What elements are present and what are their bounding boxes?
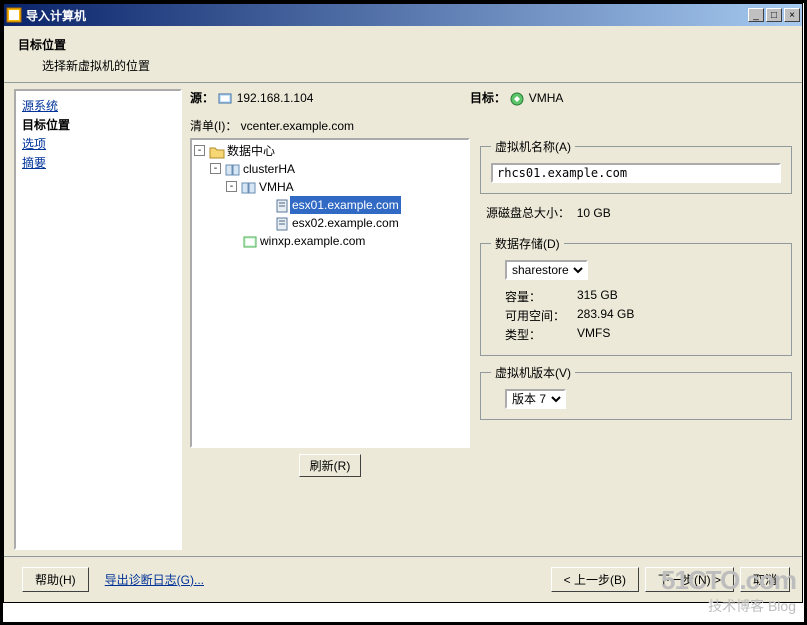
source-value: 192.168.1.104 [237, 91, 314, 105]
refresh-button[interactable]: 刷新(R) [299, 454, 362, 477]
capacity-value: 315 GB [577, 288, 618, 305]
datastore-group: 数据存储(D) sharestore 容量：315 GB 可用空间：283.94… [480, 235, 792, 356]
tree-item-selected[interactable]: esx01.example.com [290, 196, 401, 214]
cluster-icon [241, 178, 257, 196]
src-disk-label: 源磁盘总大小： [486, 206, 570, 220]
inventory-label: 清单(I)： [190, 119, 237, 133]
folder-icon [209, 142, 225, 160]
tree-item[interactable]: esx02.example.com [292, 214, 399, 232]
wizard-footer: 帮助(H) 导出诊断日志(G)... < 上一步(B) 下一步(N) > 取消 [4, 557, 802, 601]
next-button[interactable]: 下一步(N) > [645, 567, 734, 592]
collapse-icon[interactable]: - [226, 181, 237, 192]
vm-version-select[interactable]: 版本 7 [505, 389, 566, 409]
server-icon [217, 91, 233, 107]
cluster-icon [225, 160, 241, 178]
source-label: 源： [190, 91, 214, 105]
page-subtitle: 选择新虚拟机的位置 [42, 57, 788, 74]
host-icon [274, 214, 290, 232]
wizard-header: 目标位置 选择新虚拟机的位置 [4, 26, 802, 82]
maximize-button[interactable]: □ [766, 8, 782, 22]
vm-version-group: 虚拟机版本(V) 版本 7 [480, 364, 792, 420]
export-diag-link[interactable]: 导出诊断日志(G)... [105, 571, 204, 588]
inventory-tree[interactable]: - 数据中心 - clusterHA - VMHA [190, 138, 470, 448]
tree-cluster[interactable]: clusterHA [243, 160, 295, 178]
step-destination[interactable]: 目标位置 [22, 116, 174, 133]
type-label: 类型： [505, 326, 577, 343]
step-source[interactable]: 源系统 [22, 97, 174, 114]
free-value: 283.94 GB [577, 307, 634, 324]
step-summary[interactable]: 摘要 [22, 154, 174, 171]
wizard-steps: 源系统 目标位置 选项 摘要 [14, 89, 182, 550]
dest-label: 目标： [470, 91, 506, 105]
app-icon [6, 7, 22, 23]
vm-name-input[interactable] [491, 163, 781, 183]
capacity-label: 容量： [505, 288, 577, 305]
close-button[interactable]: × [784, 8, 800, 22]
vm-version-legend: 虚拟机版本(V) [491, 364, 575, 381]
titlebar: 导入计算机 _ □ × [4, 4, 802, 26]
minimize-button[interactable]: _ [748, 8, 764, 22]
datastore-select[interactable]: sharestore [505, 260, 588, 280]
tree-vmha[interactable]: VMHA [259, 178, 294, 196]
tree-item[interactable]: winxp.example.com [260, 232, 365, 250]
inventory-value: vcenter.example.com [241, 119, 354, 133]
window-title: 导入计算机 [26, 7, 748, 24]
page-title: 目标位置 [18, 36, 788, 53]
vm-name-legend: 虚拟机名称(A) [491, 138, 575, 155]
cancel-button[interactable]: 取消 [740, 567, 790, 592]
datastore-legend: 数据存储(D) [491, 235, 564, 252]
src-disk-value: 10 GB [577, 206, 611, 220]
free-label: 可用空间： [505, 307, 577, 324]
tree-root[interactable]: 数据中心 [227, 142, 275, 160]
vm-icon [242, 232, 258, 250]
vsphere-icon [509, 91, 525, 107]
collapse-icon[interactable]: - [210, 163, 221, 174]
host-icon [274, 196, 290, 214]
back-button[interactable]: < 上一步(B) [551, 567, 639, 592]
collapse-icon[interactable]: - [194, 145, 205, 156]
help-button[interactable]: 帮助(H) [22, 567, 89, 592]
dest-value: VMHA [529, 91, 564, 105]
type-value: VMFS [577, 326, 610, 343]
vm-name-group: 虚拟机名称(A) [480, 138, 792, 194]
step-options[interactable]: 选项 [22, 135, 174, 152]
